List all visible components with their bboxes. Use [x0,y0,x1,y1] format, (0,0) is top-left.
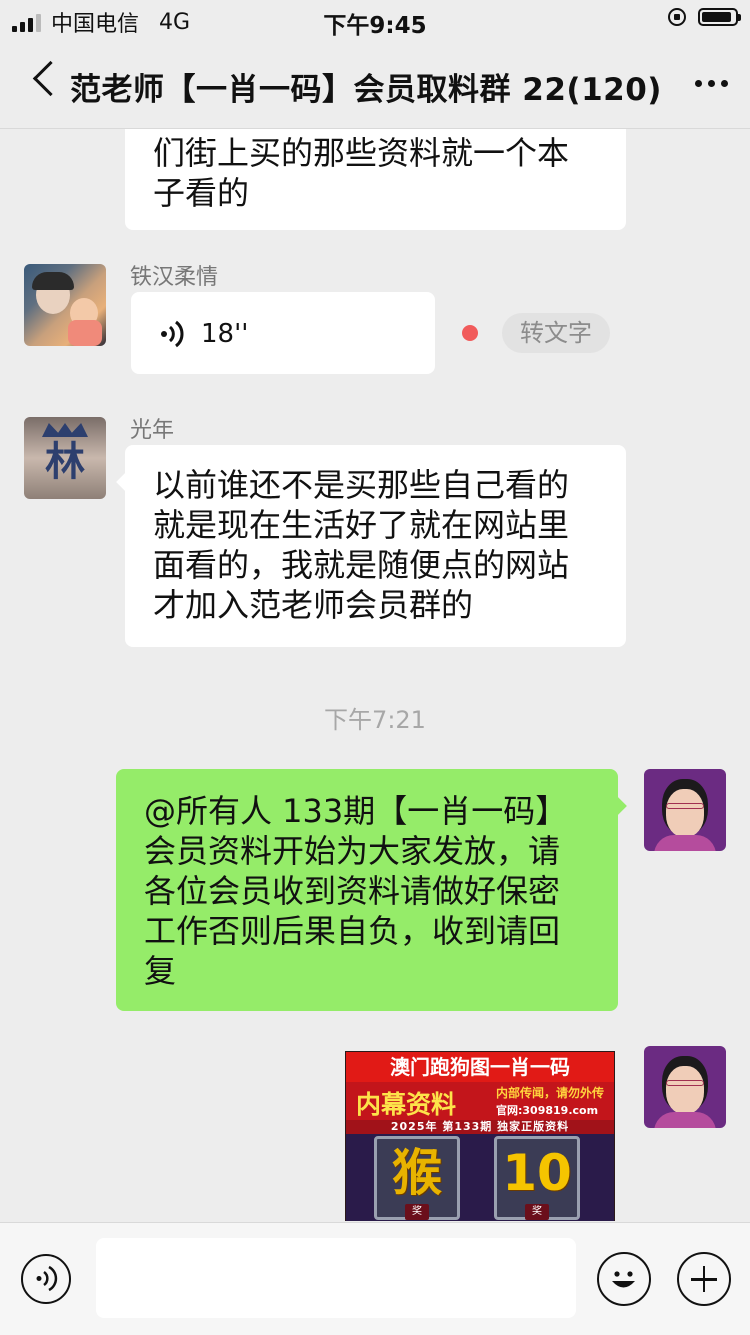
message-text: 面看的，我就是随便点的网站 [153,546,570,584]
voice-message-bubble[interactable]: 18'' [131,292,435,374]
plus-icon[interactable] [677,1252,731,1306]
message-text: 会员资料开始为大家发放，请 [144,832,561,870]
message-text: 子看的 [153,174,250,212]
chevron-left-icon[interactable] [32,60,69,97]
voice-duration: 18'' [201,319,249,349]
promo-badge-tag: 奖 [405,1204,429,1220]
image-message[interactable]: 澳门跑狗图一肖一码 内幕资料 内部传闻，请勿外传 官网:309819.com 2… [345,1051,615,1221]
status-time: 下午9:45 [323,13,427,39]
chat-header: 范老师【一肖一码】会员取料群 22(120) [0,40,750,129]
more-dots-icon[interactable] [695,80,728,87]
promo-big-text: 内幕资料 [356,1090,457,1119]
message-text: @所有人 133期【一肖一码】 [144,792,568,830]
avatar[interactable] [644,769,726,851]
message-text: 以前谁还不是买那些自己看的 [153,466,570,504]
message-text: 复 [144,952,177,990]
promo-header: 内幕资料 内部传闻，请勿外传 官网:309819.com [346,1082,614,1120]
promo-title: 澳门跑狗图一肖一码 [346,1052,614,1082]
message-bubble[interactable]: 们街上买的那些资料就一个本 子看的 [125,129,626,230]
avatar[interactable] [24,264,106,346]
chat-title: 范老师【一肖一码】会员取料群 22(120) [70,72,662,108]
status-bar: 中国电信 4G 下午9:45 [0,0,750,40]
message-timestamp: 下午7:21 [324,706,426,734]
unread-dot [462,325,478,341]
message-bubble-own[interactable]: @所有人 133期【一肖一码】 会员资料开始为大家发放，请 各位会员收到资料请做… [116,769,627,1011]
avatar[interactable]: 林 [24,417,106,499]
message-text: 才加入范老师会员群的 [153,586,474,624]
message-bubble[interactable]: 以前谁还不是买那些自己看的 就是现在生活好了就在网站里 面看的，我就是随便点的网… [116,445,626,647]
message-text: 工作否则后果自负，收到请回 [144,912,561,950]
message-input[interactable] [96,1238,576,1318]
message-text: 各位会员收到资料请做好保密 [144,872,561,910]
promo-badge-tag: 奖 [525,1204,549,1220]
voice-wave-icon [161,320,184,348]
promo-badge-number: 10 奖 [494,1136,580,1220]
battery-icon [698,8,741,26]
sender-name: 光年 [130,418,175,443]
promo-badge-text: 猴 [392,1144,442,1202]
promo-badge-zodiac: 猴 奖 [374,1136,460,1220]
sender-name: 铁汉柔情 [130,265,219,290]
message-list[interactable]: 们街上买的那些资料就一个本 子看的 铁汉柔情 18'' 转文字 林 光年 以前谁… [0,129,750,1221]
message-text: 们街上买的那些资料就一个本 [153,134,570,172]
input-bar [0,1222,750,1335]
promo-site-text: 官网:309819.com [496,1104,599,1117]
message-text: 就是现在生活好了就在网站里 [153,506,570,544]
promo-issue-bar: 2025年 第133期 独家正版资料 [346,1120,614,1134]
promo-side-text: 内部传闻，请勿外传 [496,1086,605,1100]
voice-icon[interactable] [21,1254,71,1304]
avatar[interactable] [644,1046,726,1128]
status-right [668,8,741,26]
promo-badge-text: 10 [502,1144,572,1202]
rotation-lock-icon [668,8,686,26]
convert-to-text-button[interactable]: 转文字 [502,313,610,353]
emoji-icon[interactable] [597,1252,651,1306]
